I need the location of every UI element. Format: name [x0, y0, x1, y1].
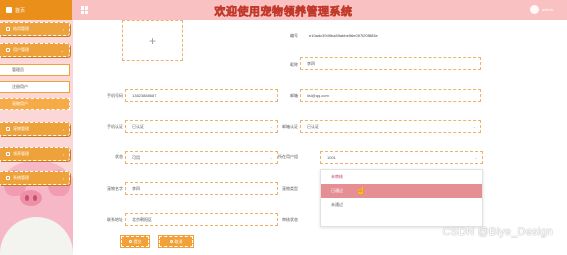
sidebar-subitem-2[interactable]: 宠物用户	[0, 98, 70, 110]
nickname-label: 宠物类型	[282, 186, 298, 191]
sidebar-item-label: 用户管理	[13, 47, 29, 52]
role-label: 所在用户组	[278, 154, 298, 159]
review-label: 审核状态	[282, 217, 298, 222]
phone-cert-value: 已认证	[132, 123, 144, 129]
name-field[interactable]: 李四	[300, 57, 481, 70]
close-icon	[169, 240, 173, 243]
settings-icon	[6, 176, 10, 180]
app-title: 欢迎使用宠物领养管理系统	[214, 6, 353, 19]
chevron-down-icon: ⌄	[472, 124, 476, 129]
menu-icon	[6, 27, 10, 31]
sidebar-item-0[interactable]: 结用管理 ›	[0, 22, 70, 36]
id-label: 编号	[290, 33, 298, 38]
id-value: e10adc3949ba59abbe56e057f20f883e	[309, 33, 378, 38]
sidebar-item-1[interactable]: 用户管理 ⌄	[0, 43, 70, 57]
chevron-down-icon: ⌄	[60, 47, 64, 53]
sidebar-subitem-1[interactable]: 注册用户	[0, 81, 70, 93]
avatar	[530, 5, 540, 14]
pointer-icon: ☝	[356, 186, 366, 195]
address-label: 联系地址	[107, 217, 123, 222]
email-cert-select[interactable]: 已认证 ⌄	[300, 120, 481, 133]
user-name: admin	[542, 7, 553, 12]
chevron-right-icon: ›	[62, 151, 64, 157]
review-dropdown: 未审核 已通过 未通过	[320, 169, 483, 227]
phone-cert-label: 手机认证	[107, 124, 123, 129]
chevron-right-icon: ›	[62, 26, 64, 32]
role-select[interactable]: 1001 ⌄	[320, 151, 483, 164]
name-label: 昵称	[290, 62, 298, 67]
status-value: 可用	[132, 154, 140, 160]
cancel-button[interactable]: 取消	[159, 236, 193, 247]
role-value: 1001	[327, 155, 336, 160]
phone-label: 手机号码	[107, 93, 123, 98]
user-edit-form: + 编号 e10adc3949ba59abbe56e057f20f883e 昵称…	[73, 20, 567, 255]
email-cert-label: 邮箱认证	[282, 124, 298, 129]
sidebar-subitem-0[interactable]: 管理员	[0, 64, 70, 76]
submit-button[interactable]: 提交	[121, 236, 149, 247]
surname-label: 宠物名字	[107, 186, 123, 191]
dropdown-option-1[interactable]: 已通过	[321, 184, 482, 198]
adopt-icon	[6, 152, 10, 156]
cancel-label: 取消	[174, 238, 183, 244]
user-icon	[6, 48, 10, 52]
chevron-down-icon: ⌄	[474, 155, 478, 160]
email-label: 邮箱	[290, 93, 298, 98]
user-menu[interactable]: admin	[530, 5, 553, 14]
dropdown-option-2[interactable]: 未通过	[321, 198, 482, 212]
sidebar-item-2[interactable]: 宠物管理 ›	[0, 122, 70, 136]
watermark: CSDN @Biye_Design	[442, 226, 553, 238]
status-label: 状态	[115, 154, 123, 159]
sidebar-item-label: 领养管理	[13, 151, 29, 156]
check-icon	[128, 240, 132, 243]
avatar-upload[interactable]: +	[122, 20, 183, 61]
sidebar-item-4[interactable]: 系统管理 ›	[0, 171, 70, 185]
chevron-right-icon: ›	[62, 175, 64, 181]
sidebar-item-label: 结用管理	[13, 26, 29, 31]
sidebar-item-label: 系统管理	[13, 175, 29, 180]
chevron-right-icon: ›	[62, 126, 64, 132]
dropdown-option-0[interactable]: 未审核	[321, 170, 482, 184]
submit-label: 提交	[133, 238, 142, 244]
top-bar: 首页 欢迎使用宠物领养管理系统 admin	[0, 0, 567, 20]
email-field[interactable]: lisi@qq.com	[300, 89, 481, 102]
email-cert-value: 已认证	[307, 123, 319, 129]
pet-icon	[6, 127, 10, 131]
sidebar: 结用管理 › 用户管理 ⌄ 管理员 注册用户 宠物用户 宠物管理 › 领养管理 …	[0, 20, 73, 255]
sidebar-item-3[interactable]: 领养管理 ›	[0, 147, 70, 161]
plus-icon: +	[148, 33, 156, 48]
sidebar-item-label: 宠物管理	[13, 126, 29, 131]
